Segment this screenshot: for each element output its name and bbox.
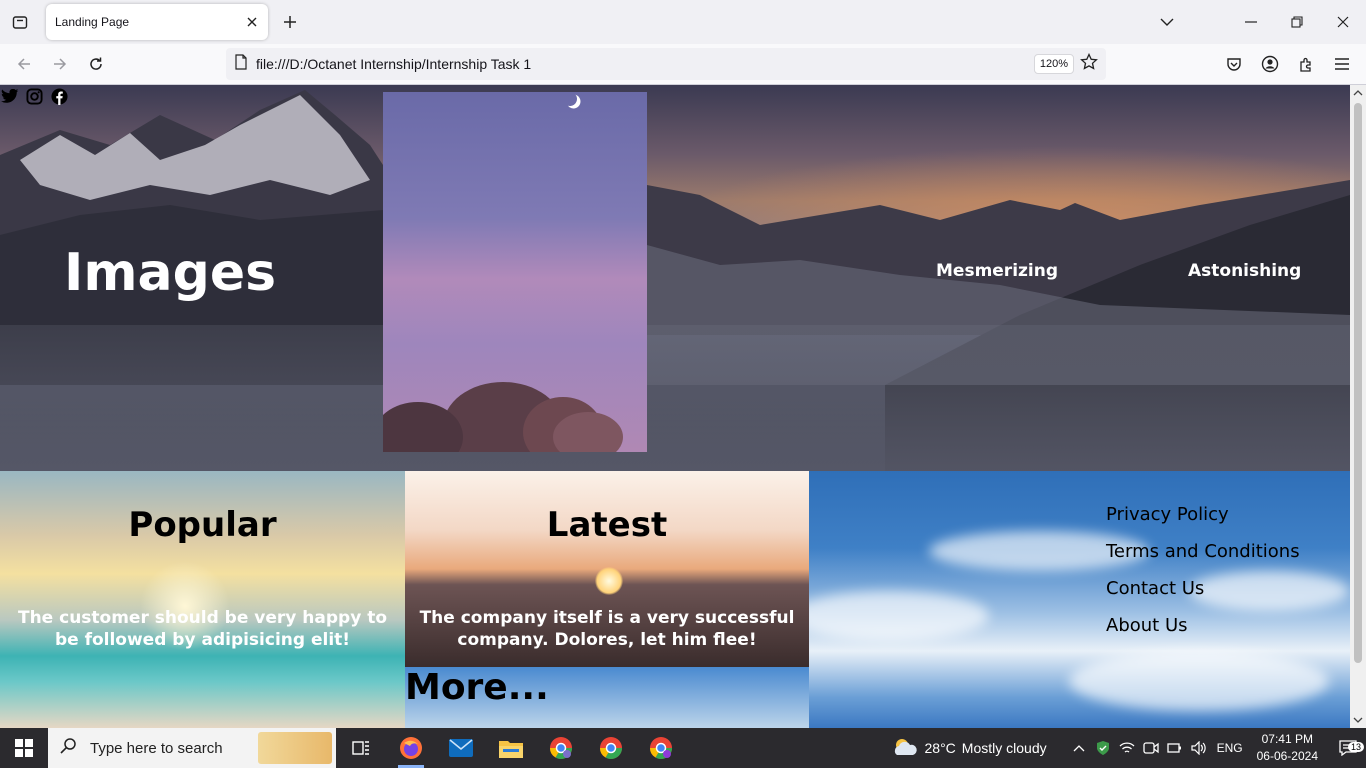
clock-time: 07:41 PM	[1261, 732, 1313, 746]
windows-start-icon[interactable]	[0, 728, 48, 768]
about-us-link[interactable]: About Us	[1106, 614, 1300, 651]
close-tab-icon[interactable]	[239, 9, 265, 35]
page-viewport: Images Mesmerizing Astonishing Popular T…	[0, 85, 1350, 728]
search-icon	[60, 738, 76, 758]
close-window-icon[interactable]	[1320, 0, 1366, 44]
sky-image-card	[383, 92, 647, 452]
cloud-streak	[1069, 651, 1329, 711]
instagram-icon[interactable]	[25, 87, 44, 106]
hero-title: Images	[64, 243, 277, 303]
minimize-icon[interactable]	[1228, 0, 1274, 44]
chrome-profile-2-taskbar-icon[interactable]	[636, 728, 686, 768]
battery-network-icon[interactable]	[1163, 742, 1187, 754]
new-tab-icon[interactable]	[270, 0, 310, 44]
scroll-up-arrow-icon[interactable]	[1350, 85, 1366, 101]
forward-icon[interactable]	[44, 48, 76, 80]
contact-us-link[interactable]: Contact Us	[1106, 577, 1300, 614]
windows-taskbar: Type here to search 28°C Mostly cloudy E…	[0, 728, 1366, 768]
social-icons	[0, 87, 69, 106]
list-all-tabs-icon[interactable]	[0, 0, 40, 44]
mail-taskbar-icon[interactable]	[436, 728, 486, 768]
menu-icon[interactable]	[1326, 48, 1358, 80]
system-tray: 28°C Mostly cloudy ENG 07:41 PM 06-06-20…	[891, 728, 1366, 768]
cloud-layer	[0, 325, 1350, 471]
tab-landing-page[interactable]: Landing Page	[46, 4, 268, 40]
bookmark-star-icon[interactable]	[1080, 52, 1098, 75]
nav-link-mesmerizing[interactable]: Mesmerizing	[936, 261, 1058, 281]
notification-count-badge: 13	[1347, 742, 1364, 752]
popular-tile: Popular The customer should be very happ…	[0, 471, 405, 728]
url-text[interactable]: file:///D:/Octanet Internship/Internship…	[256, 56, 1034, 72]
address-bar[interactable]: file:///D:/Octanet Internship/Internship…	[226, 48, 1106, 80]
chrome-profile-1-taskbar-icon[interactable]	[536, 728, 586, 768]
security-shield-icon[interactable]	[1091, 740, 1115, 756]
zoom-level[interactable]: 120%	[1033, 54, 1074, 74]
latest-text: The company itself is a very successful …	[419, 608, 795, 650]
restore-icon[interactable]	[1274, 0, 1320, 44]
chrome-taskbar-icon[interactable]	[586, 728, 636, 768]
browser-nav-bar: file:///D:/Octanet Internship/Internship…	[0, 44, 1366, 85]
weather-temp: 28°C	[924, 740, 956, 756]
page-info-icon[interactable]	[234, 54, 248, 74]
cloud-shape	[553, 412, 623, 452]
notifications-icon[interactable]: 13	[1330, 740, 1366, 756]
firefox-taskbar-icon[interactable]	[386, 728, 436, 768]
file-explorer-taskbar-icon[interactable]	[486, 728, 536, 768]
facebook-icon[interactable]	[50, 87, 69, 106]
nav-link-astonishing[interactable]: Astonishing	[1188, 261, 1301, 281]
volume-icon[interactable]	[1187, 741, 1211, 755]
cloudy-weather-icon	[891, 737, 919, 760]
scrollbar-thumb[interactable]	[1354, 103, 1362, 663]
taskbar-search-box[interactable]: Type here to search	[48, 728, 336, 768]
twitter-icon[interactable]	[0, 87, 19, 106]
latest-tile: Latest The company itself is a very succ…	[405, 471, 809, 728]
search-highlight-icon	[258, 732, 332, 764]
links-tile: Privacy Policy Terms and Conditions Cont…	[809, 471, 1350, 728]
wifi-icon[interactable]	[1115, 741, 1139, 755]
meet-now-icon[interactable]	[1139, 741, 1163, 755]
taskbar-clock[interactable]: 07:41 PM 06-06-2024	[1257, 731, 1318, 765]
weather-desc: Mostly cloudy	[961, 740, 1047, 756]
reload-icon[interactable]	[80, 48, 112, 80]
hero-section: Images Mesmerizing Astonishing	[0, 85, 1350, 471]
language-indicator[interactable]: ENG	[1211, 741, 1249, 755]
popular-heading: Popular	[128, 505, 277, 545]
tab-list-chevron-icon[interactable]	[1144, 0, 1190, 44]
task-view-icon[interactable]	[336, 728, 386, 768]
tab-title: Landing Page	[55, 15, 130, 29]
cloud-streak	[809, 591, 989, 641]
terms-and-conditions-link[interactable]: Terms and Conditions	[1106, 540, 1300, 577]
latest-heading: Latest	[546, 505, 668, 545]
vertical-scrollbar[interactable]	[1350, 85, 1366, 728]
weather-widget[interactable]: 28°C Mostly cloudy	[891, 737, 1047, 760]
browser-tab-bar: Landing Page	[0, 0, 1366, 44]
privacy-policy-link[interactable]: Privacy Policy	[1106, 503, 1300, 540]
popular-text: The customer should be very happy to be …	[17, 608, 388, 650]
extensions-icon[interactable]	[1290, 48, 1322, 80]
clock-date: 06-06-2024	[1256, 749, 1318, 763]
pocket-icon[interactable]	[1218, 48, 1250, 80]
show-hidden-icons-chevron-icon[interactable]	[1067, 744, 1091, 752]
scroll-down-arrow-icon[interactable]	[1350, 712, 1366, 728]
account-icon[interactable]	[1254, 48, 1286, 80]
back-icon[interactable]	[8, 48, 40, 80]
search-placeholder: Type here to search	[90, 739, 223, 757]
footer-links: Privacy Policy Terms and Conditions Cont…	[1106, 503, 1300, 651]
more-heading[interactable]: More...	[405, 667, 549, 708]
sun-shape	[595, 567, 623, 595]
moon-shape	[562, 92, 578, 107]
